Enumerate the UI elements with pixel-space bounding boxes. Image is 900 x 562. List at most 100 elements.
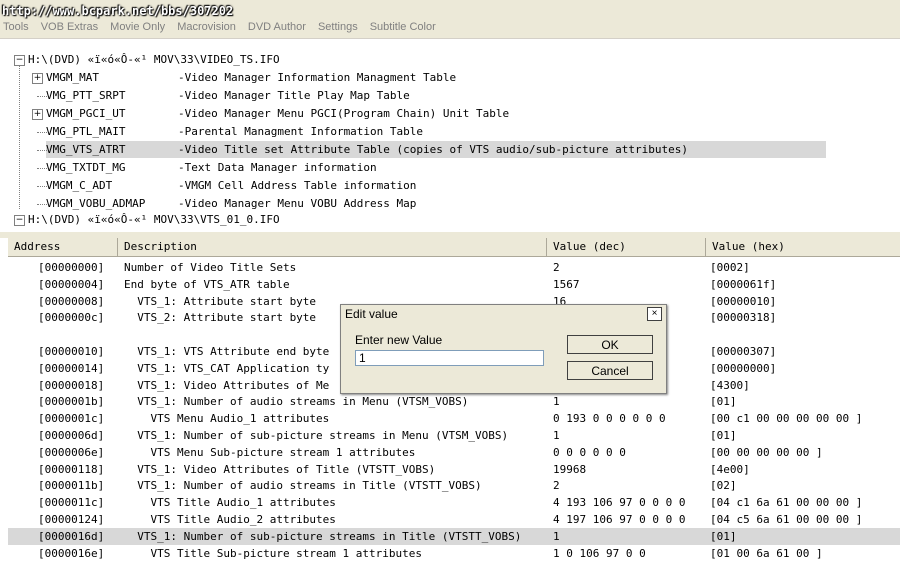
cell-value-hex: [00000307]	[710, 345, 777, 358]
menu-item[interactable]: DVD Author	[248, 21, 306, 33]
tree-item-desc: -Video Manager Title Play Map Table	[178, 89, 410, 102]
table-row[interactable]: [0000011b] VTS_1: Number of audio stream…	[8, 477, 900, 494]
ifo-tree: − H:\(DVD) «ï«ó«Ô-«¹ MOV\33\VIDEO_TS.IFO…	[0, 48, 900, 230]
tree-item[interactable]: VMGM_C_ADT -VMGM Cell Address Table infor…	[46, 177, 806, 194]
cell-description: VTS_1: Number of audio streams in Menu (…	[124, 395, 469, 409]
cell-value-hex: [0002]	[710, 261, 750, 274]
close-icon[interactable]: ×	[647, 307, 662, 321]
cell-address: [00000008]	[38, 294, 105, 308]
cell-description: End byte of VTS_ATR table	[124, 277, 290, 291]
tree-item[interactable]: VMG_PTL_MAIT -Parental Managment Informat…	[46, 123, 806, 140]
cell-description: VTS Title Sub-picture stream 1 attribute…	[124, 546, 423, 560]
tree-item-desc: -Video Manager Information Managment Tab…	[178, 71, 457, 84]
cell-value-hex: [04 c5 6a 61 00 00 00 ]	[710, 513, 863, 526]
header-value-hex[interactable]: Value (hex)	[706, 238, 900, 256]
cell-value-hex: [00 c1 00 00 00 00 00 ]	[710, 412, 863, 426]
cell-address: [00000118]	[38, 462, 105, 476]
cell-value-hex: [4e00]	[710, 462, 750, 476]
header-description[interactable]: Description	[118, 238, 547, 256]
tree-item-desc: -Video Manager Menu PGCI(Program Chain) …	[178, 107, 510, 120]
cell-address: [0000016d]	[38, 529, 105, 543]
cell-value-hex: [01]	[710, 529, 737, 543]
cell-description: VTS Title Audio_1 attributes	[124, 496, 336, 510]
cell-address: [00000010]	[38, 345, 105, 358]
cell-value-hex: [01 00 6a 61 00 ]	[710, 546, 823, 560]
attribute-grid: Address Description Value (dec) Value (h…	[8, 238, 900, 561]
header-address[interactable]: Address	[8, 238, 118, 256]
table-row[interactable]: [00000000] Number of Video Title Sets 2 [00…	[8, 259, 900, 276]
tree-item-name: VMG_VTS_ATRT	[46, 143, 126, 156]
tree-line	[37, 204, 47, 205]
tree-root-vts[interactable]: H:\(DVD) «ï«ó«Ô-«¹ MOV\33\VTS_01_0.IFO	[28, 211, 280, 228]
expand-icon[interactable]: +	[32, 109, 43, 120]
header-value-dec[interactable]: Value (dec)	[547, 238, 706, 256]
cell-description: VTS Title Audio_2 attributes	[124, 513, 336, 526]
tree-item[interactable]: VMG_VTS_ATRT -Video Title set Attribute T…	[46, 141, 826, 158]
cell-value-hex: [02]	[710, 479, 737, 493]
table-row[interactable]: [00000004] End byte of VTS_ATR table 1567 […	[8, 276, 900, 293]
cell-address: [00000124]	[38, 513, 105, 526]
table-row[interactable]: [00000118] VTS_1: Video Attributes of Ti…	[8, 461, 900, 478]
tree-item-name: VMGM_C_ADT	[46, 179, 113, 192]
cell-value-dec: 2	[553, 479, 560, 493]
cell-value-dec: 1	[553, 395, 560, 409]
tree-root-video-ts[interactable]: H:\(DVD) «ï«ó«Ô-«¹ MOV\33\VIDEO_TS.IFO	[28, 51, 280, 68]
tree-line	[37, 96, 47, 97]
menu-item[interactable]: VOB Extras	[41, 21, 98, 33]
tree-item[interactable]: VMGM_PGCI_UT -Video Manager Menu PGCI(Pro…	[46, 105, 806, 122]
menu-item[interactable]: Subtitle Color	[370, 21, 436, 33]
cell-value-dec: 1	[553, 429, 560, 442]
cell-value-hex: [00000318]	[710, 311, 777, 325]
collapse-icon[interactable]: −	[14, 215, 25, 226]
cell-value-dec: 19968	[553, 462, 587, 476]
tree-item[interactable]: VMG_TXTDT_MG -Text Data Manager informati…	[46, 159, 806, 176]
cell-address: [00000018]	[38, 378, 105, 392]
menu-item[interactable]: Movie Only	[110, 21, 165, 33]
table-row[interactable]: [0000016d] VTS_1: Number of sub-picture …	[8, 527, 900, 545]
table-row[interactable]: [0000001b] VTS_1: Number of audio stream…	[8, 393, 900, 410]
cell-address: [00000000]	[38, 261, 105, 274]
tree-item-name: VMG_PTL_MAIT	[46, 125, 126, 138]
table-row[interactable]: [0000016e] VTS Title Sub-picture stream …	[8, 545, 900, 562]
table-row[interactable]: [0000006d] VTS_1: Number of sub-picture …	[8, 427, 900, 444]
expand-icon[interactable]: +	[32, 73, 43, 84]
cell-description: VTS_1: Number of sub-picture streams in …	[124, 529, 522, 543]
menu-item[interactable]: Settings	[318, 21, 358, 33]
tree-item[interactable]: VMGM_VOBU_ADMAP -Video Manager Menu VOBU …	[46, 195, 806, 212]
grid-header: Address Description Value (dec) Value (h…	[8, 238, 900, 257]
cell-description: VTS Menu Sub-picture stream 1 attributes	[124, 445, 416, 459]
table-row[interactable]: [0000006e] VTS Menu Sub-picture stream 1…	[8, 444, 900, 461]
cell-address: [00000014]	[38, 361, 105, 375]
tree-item[interactable]: VMG_PTT_SRPT -Video Manager Title Play Ma…	[46, 87, 806, 104]
cell-value-dec: 1 0 106 97 0 0	[553, 546, 646, 560]
cell-description: VTS_1: Number of sub-picture streams in …	[124, 429, 509, 442]
cancel-button[interactable]: Cancel	[567, 361, 653, 380]
menu-item[interactable]: Tools	[3, 21, 29, 33]
cell-description: VTS_1: Video Attributes of Title (VTSTT_…	[124, 462, 436, 476]
cell-address: [0000006e]	[38, 445, 105, 459]
cell-description: VTS Menu Audio_1 attributes	[124, 412, 330, 426]
dialog-label: Enter new Value	[355, 333, 443, 347]
tree-item-desc: -Video Title set Attribute Table (copies…	[178, 143, 688, 156]
cell-value-dec: 2	[553, 261, 560, 274]
cell-description: VTS_1: Attribute start byte	[124, 294, 317, 308]
table-row[interactable]: [00000124] VTS Title Audio_2 attributes 4…	[8, 511, 900, 528]
dialog-titlebar[interactable]: Edit value ×	[341, 305, 666, 323]
tree-item-desc: -Text Data Manager information	[178, 161, 377, 174]
cell-value-hex: [00000010]	[710, 294, 777, 308]
cell-description: VTS_1: Video Attributes of Me	[124, 378, 330, 392]
table-row[interactable]: [0000001c] VTS Menu Audio_1 attributes 0 …	[8, 410, 900, 427]
ok-button[interactable]: OK	[567, 335, 653, 354]
tree-line	[37, 186, 47, 187]
cell-value-hex: [00 00 00 00 00 ]	[710, 445, 823, 459]
watermark: http://www.bcpark.net/bbs/307202	[2, 4, 234, 18]
menu-item[interactable]: Macrovision	[177, 21, 236, 33]
tree-line	[37, 150, 47, 151]
tree-item[interactable]: VMGM_MAT -Video Manager Information Manag…	[46, 69, 806, 86]
tree-item-name: VMGM_PGCI_UT	[46, 107, 126, 120]
new-value-input[interactable]	[355, 350, 544, 366]
table-row[interactable]: [0000011c] VTS Title Audio_1 attributes 4…	[8, 494, 900, 511]
cell-address: [0000001b]	[38, 395, 105, 409]
cell-description: VTS_1: VTS_CAT Application ty	[124, 361, 330, 375]
cell-description: VTS_1: VTS Attribute end byte	[124, 345, 330, 358]
